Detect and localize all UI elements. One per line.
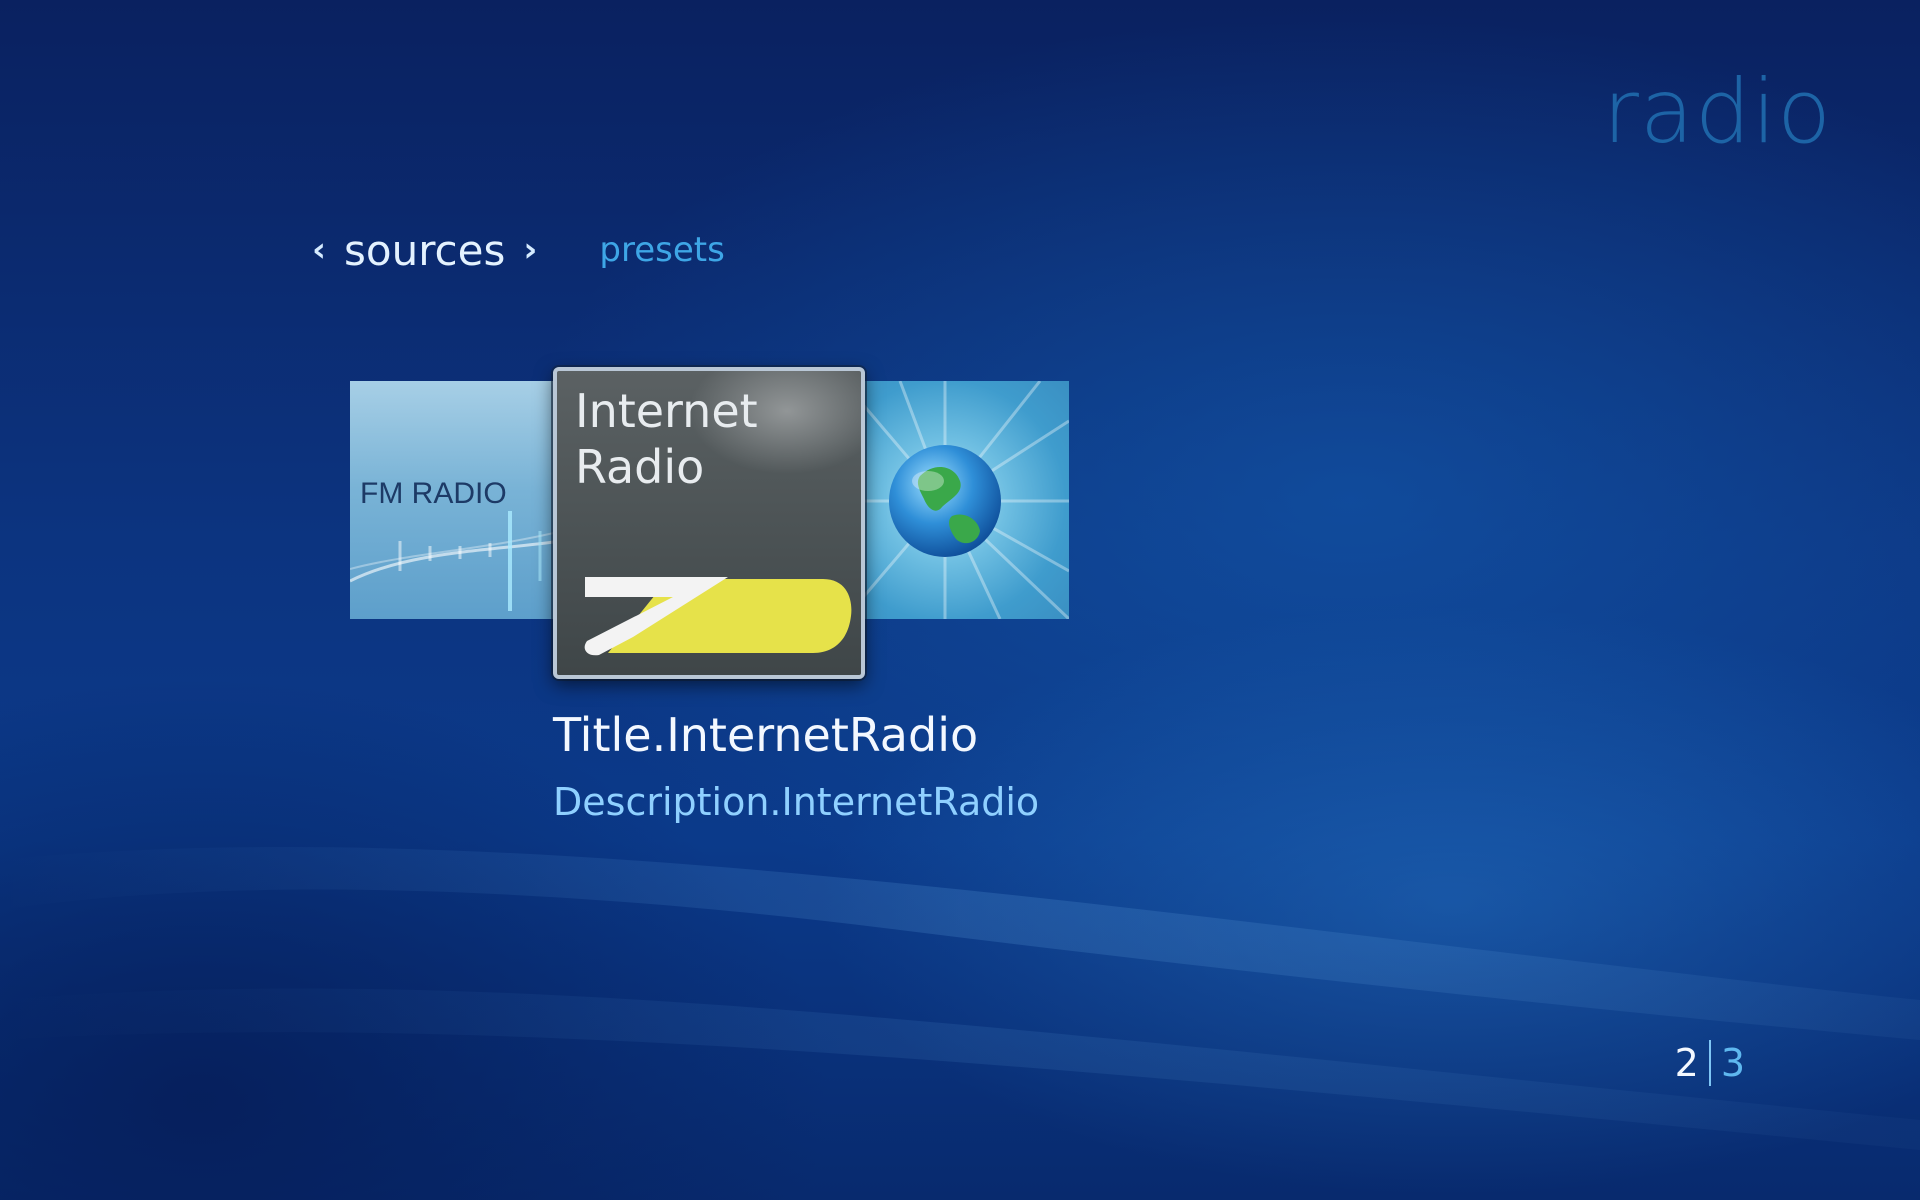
globe-tile[interactable] [860, 381, 1069, 619]
chevron-left-icon[interactable]: ‹ [312, 233, 326, 267]
pager-current: 2 [1674, 1041, 1699, 1085]
pager-total: 3 [1720, 1041, 1745, 1085]
nav-item-sources[interactable]: sources [344, 226, 505, 275]
selected-item-description: Description.InternetRadio [553, 780, 1040, 824]
internet-radio-label: Internet Radio [575, 384, 758, 494]
source-navigation: ‹ sources › presets [312, 220, 725, 280]
pager-divider [1708, 1040, 1711, 1086]
globe-icon [860, 381, 1069, 619]
fm-radio-label: FM RADIO [360, 477, 507, 510]
internet-radio-logo-icon [584, 577, 852, 656]
selected-item-title: Title.InternetRadio [553, 708, 979, 762]
page-title: radio [1602, 60, 1832, 163]
fm-radio-tile[interactable]: FM RADIO [350, 381, 562, 619]
chevron-right-icon[interactable]: › [523, 233, 537, 267]
page-indicator: 2 3 [1675, 1040, 1745, 1086]
nav-item-presets[interactable]: presets [599, 230, 724, 270]
internet-radio-tile[interactable]: Internet Radio [553, 367, 865, 679]
